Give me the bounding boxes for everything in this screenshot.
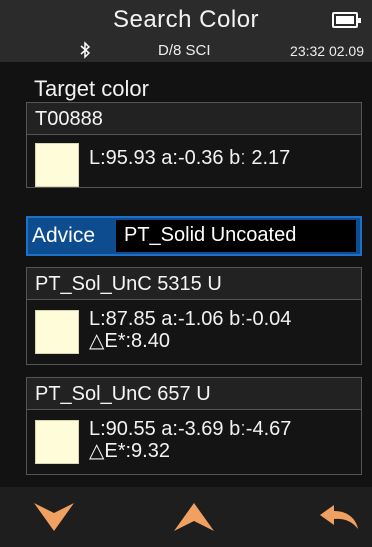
target-color-body: L:95.93 a:-0.36 bː 2.17 <box>27 135 361 187</box>
target-color-label: Target color <box>34 76 149 101</box>
result-panel-1[interactable]: PT_Sol_UnC 5315 U L:87.85 a:-1.06 bː-0.0… <box>26 267 362 365</box>
battery-full-icon <box>332 12 361 28</box>
result-1-name: PT_Sol_UnC 5315 U <box>27 268 361 300</box>
advice-label: Advice <box>32 224 96 247</box>
result-2-name: PT_Sol_UnC 657 U <box>27 378 361 410</box>
result-1-delta-e: △E*:8.40 <box>89 330 170 352</box>
target-color-swatch <box>35 143 79 187</box>
page-down-button[interactable] <box>32 499 76 535</box>
bluetooth-icon <box>80 41 91 59</box>
result-panel-2[interactable]: PT_Sol_UnC 657 U L:90.55 a:-3.69 bː-4.67… <box>26 377 362 475</box>
title-bar: Search Color <box>0 0 372 38</box>
result-2-swatch <box>35 420 79 464</box>
result-2-body: L:90.55 a:-3.69 bː-4.67 △E*:9.32 <box>27 410 361 474</box>
battery-level <box>336 16 354 24</box>
result-2-delta-e: △E*:9.32 <box>89 440 170 462</box>
target-color-panel[interactable]: T00888 L:95.93 a:-0.36 bː 2.17 <box>26 102 362 188</box>
arrow-down-icon <box>34 503 74 531</box>
result-2-lab: L:90.55 a:-3.69 bː-4.67 <box>89 418 292 440</box>
advice-library-value[interactable]: PT_Solid Uncoated <box>116 220 356 252</box>
result-1-swatch <box>35 310 79 354</box>
status-bar: D/8 SCI 23:32 02.09 <box>0 38 372 62</box>
advice-selector[interactable]: Advice PT_Solid Uncoated <box>26 216 362 256</box>
target-lab-values: L:95.93 a:-0.36 bː 2.17 <box>89 147 291 169</box>
return-icon <box>320 505 358 529</box>
back-button[interactable] <box>318 499 362 535</box>
arrow-up-icon <box>174 503 214 531</box>
page-up-button[interactable] <box>172 499 216 535</box>
measure-mode: D/8 SCI <box>158 42 211 59</box>
result-1-values: L:87.85 a:-1.06 bː-0.04 △E*:8.40 <box>89 308 291 352</box>
target-color-name: T00888 <box>27 103 361 135</box>
result-1-body: L:87.85 a:-1.06 bː-0.04 △E*:8.40 <box>27 300 361 364</box>
page-title: Search Color <box>112 6 260 33</box>
clock: 23:32 02.09 <box>290 43 364 59</box>
result-1-lab: L:87.85 a:-1.06 bː-0.04 <box>89 308 292 330</box>
content-area: Target color T00888 L:95.93 a:-0.36 bː 2… <box>0 62 372 487</box>
footer-nav <box>0 487 372 547</box>
device-screen: Search Color D/8 SCI 23:32 02.09 Target … <box>0 0 372 547</box>
result-2-values: L:90.55 a:-3.69 bː-4.67 △E*:9.32 <box>89 418 291 462</box>
